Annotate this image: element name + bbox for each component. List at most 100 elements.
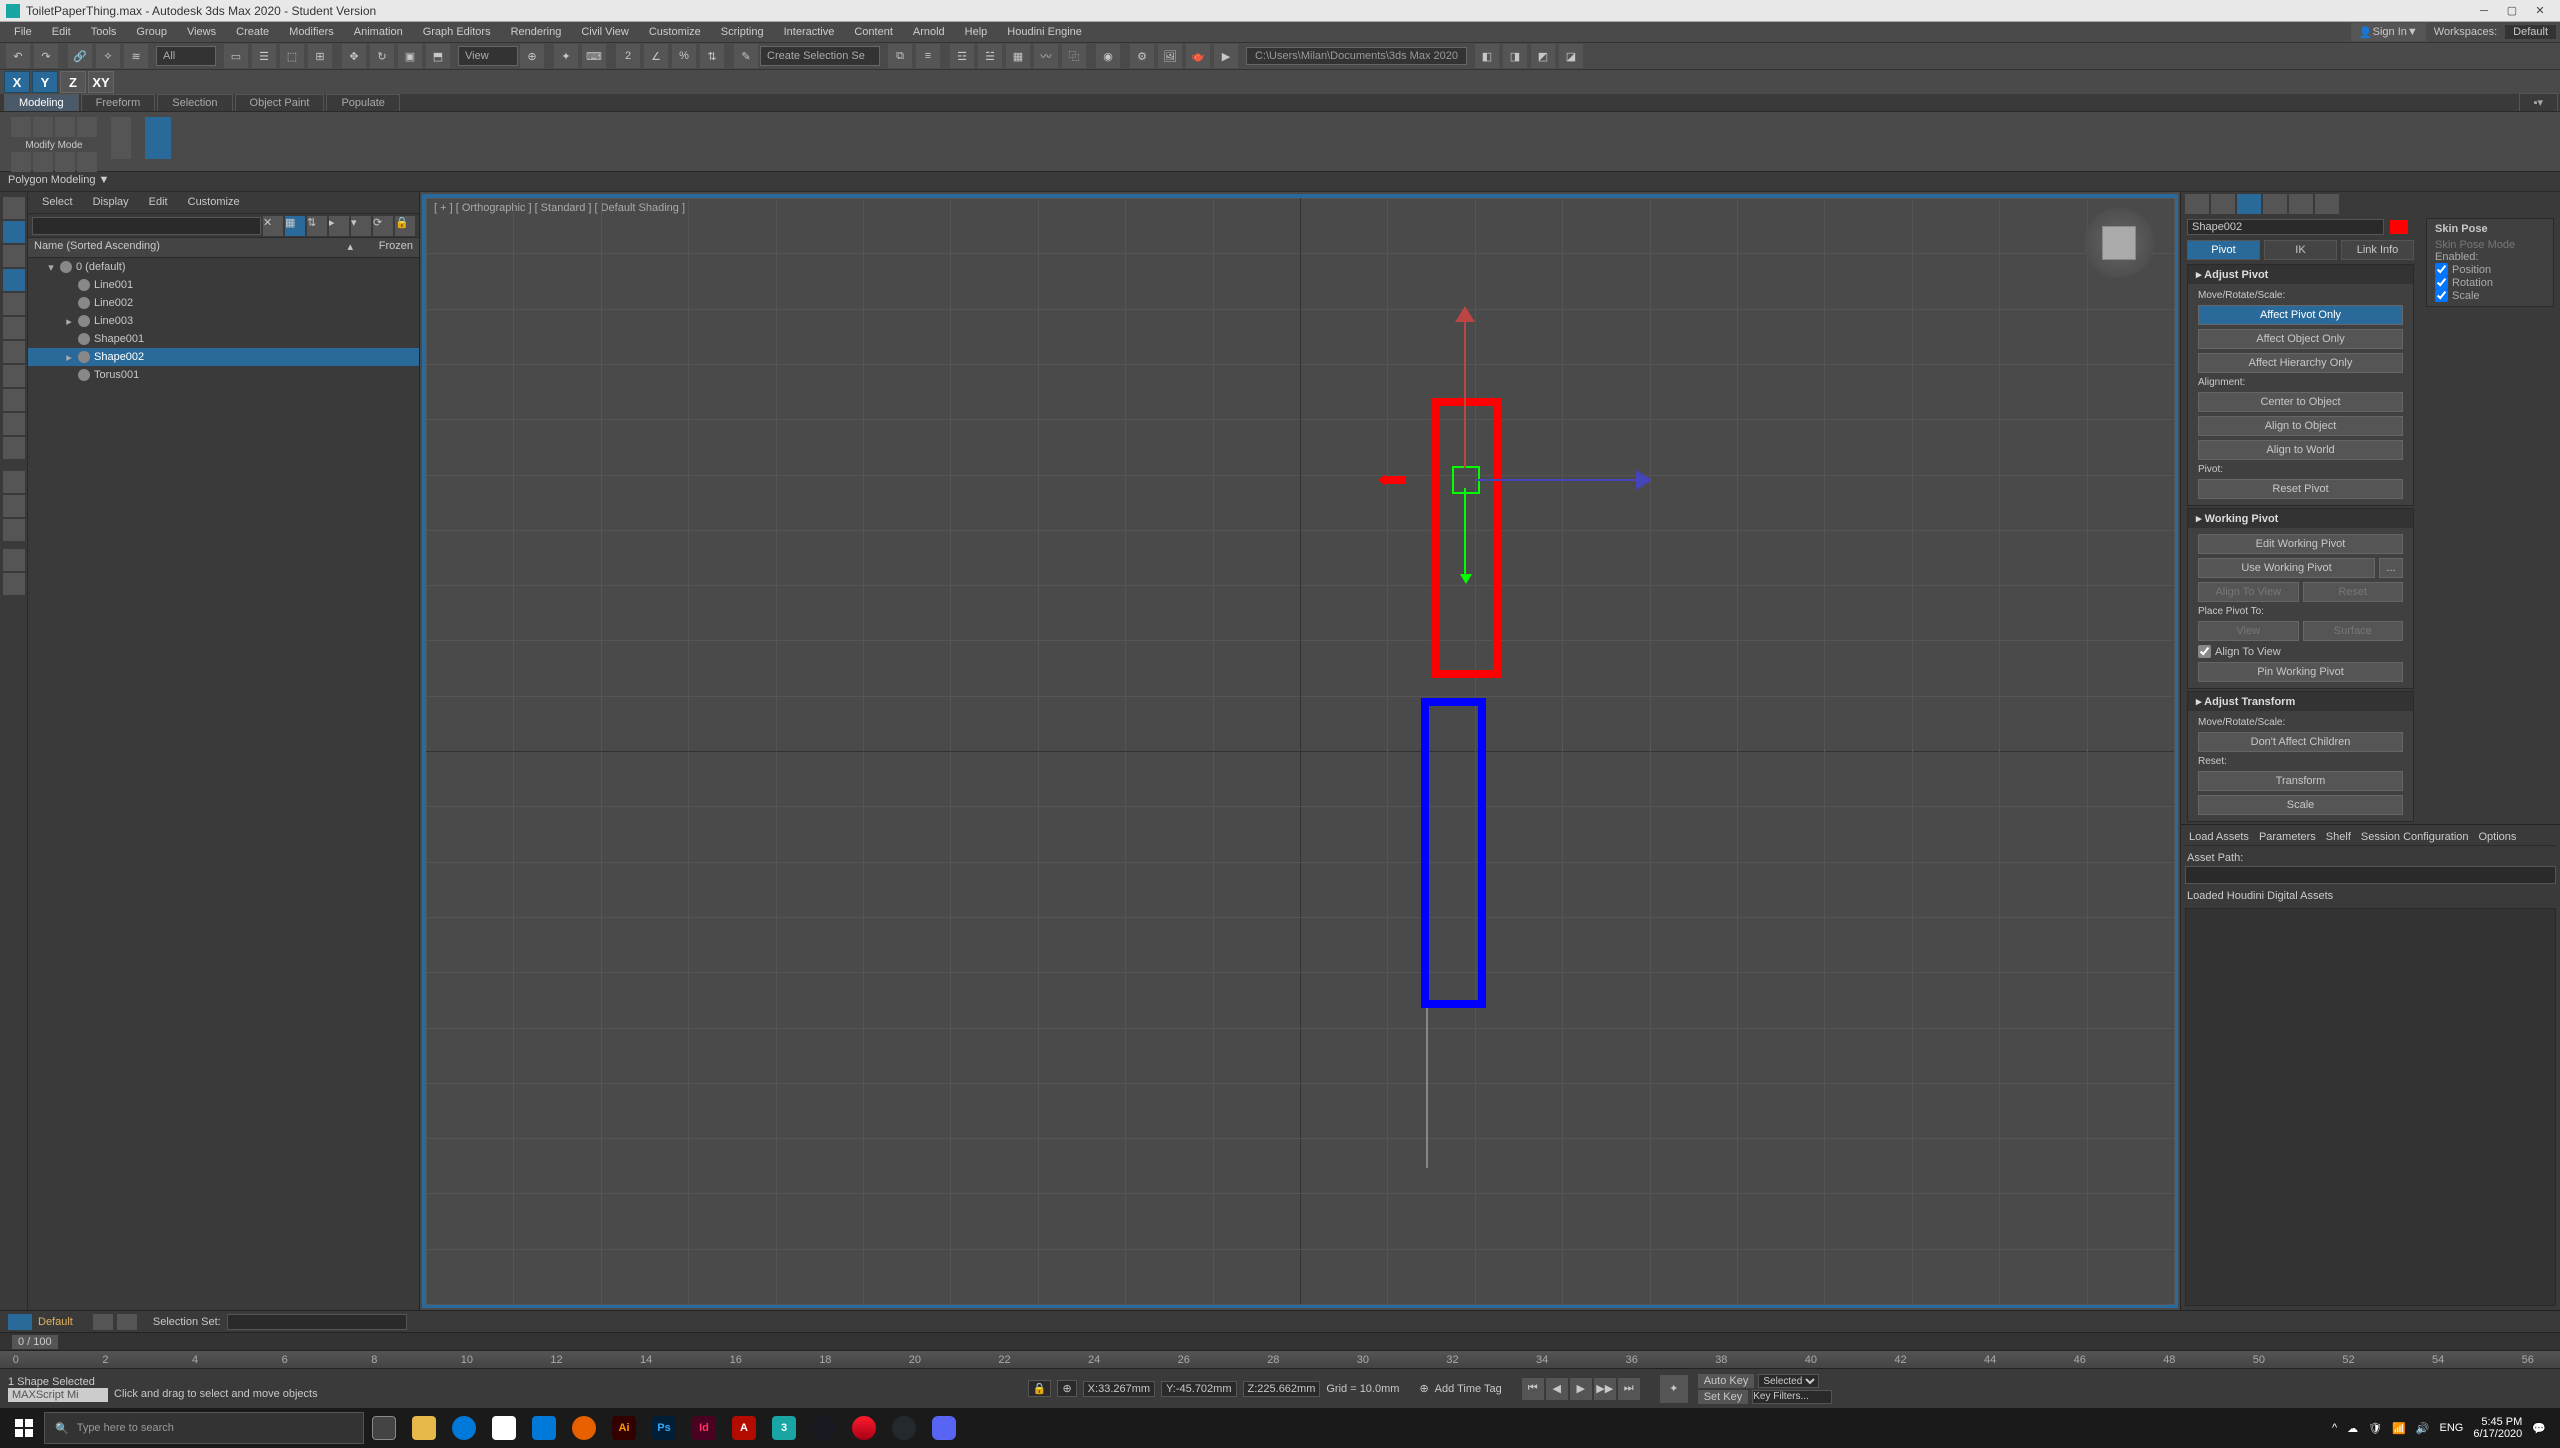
se-tab-display[interactable]: Display	[83, 194, 139, 211]
asset-path-input[interactable]	[2185, 866, 2556, 884]
skin-pose-scale-checkbox[interactable]	[2435, 289, 2448, 302]
toggle-scene-explorer-button[interactable]: ☲	[950, 44, 974, 68]
render-iterate-button[interactable]: ▶	[1214, 44, 1238, 68]
use-working-pivot-button[interactable]: Use Working Pivot	[2198, 558, 2375, 578]
align-to-object-button[interactable]: Align to Object	[2198, 416, 2403, 436]
filter-invert-button[interactable]	[3, 549, 25, 571]
link-button[interactable]: 🔗	[68, 44, 92, 68]
toggle-ribbon-button[interactable]: ▦	[1006, 44, 1030, 68]
add-time-tag-icon[interactable]: ⊕	[1419, 1382, 1428, 1395]
task-view-button[interactable]	[364, 1408, 404, 1448]
open-autodesk-app-button[interactable]: ◧	[1475, 44, 1499, 68]
illustrator-taskbar-icon[interactable]: Ai	[604, 1408, 644, 1448]
menu-animation[interactable]: Animation	[344, 24, 413, 40]
transform-toggle-button[interactable]: ⊕	[1057, 1380, 1076, 1397]
maximize-button[interactable]: ▢	[2498, 2, 2526, 20]
menu-views[interactable]: Views	[177, 24, 226, 40]
expand-all-button[interactable]: ▸	[329, 216, 349, 236]
polygon-modeling-bar[interactable]: Polygon Modeling ▼	[0, 172, 2560, 192]
object-name-field[interactable]	[2187, 219, 2384, 235]
place-surface-button[interactable]: Surface	[2303, 621, 2404, 641]
filter-misc-button[interactable]	[3, 573, 25, 595]
working-pivot-rollout[interactable]: ▸ Working Pivot	[2188, 509, 2413, 528]
menu-edit[interactable]: Edit	[42, 24, 81, 40]
line-object[interactable]	[1426, 1008, 1428, 1168]
place-view-button[interactable]: View	[2198, 621, 2299, 641]
adjust-transform-rollout[interactable]: ▸ Adjust Transform	[2188, 692, 2413, 711]
ref-coord-dropdown[interactable]: View	[458, 46, 518, 66]
store-taskbar-icon[interactable]	[484, 1408, 524, 1448]
x-coord[interactable]: 33.267mm	[1098, 1383, 1150, 1395]
se-tab-edit[interactable]: Edit	[139, 194, 178, 211]
key-filters-input[interactable]	[1752, 1390, 1832, 1404]
use-center-button[interactable]: ⊕	[520, 44, 544, 68]
utilities-tab[interactable]	[2315, 194, 2339, 214]
scene-explorer-search[interactable]	[32, 217, 261, 235]
time-slider-thumb[interactable]: 0 / 100	[12, 1335, 58, 1349]
selection-filter-dropdown[interactable]: All	[156, 46, 216, 66]
systray-volume-icon[interactable]: 🔊	[2416, 1422, 2430, 1435]
filter-all-button[interactable]	[3, 495, 25, 517]
search-close-button[interactable]: ✕	[263, 216, 283, 236]
key-target-dropdown[interactable]: Selected	[1758, 1374, 1819, 1388]
pin-working-pivot-button[interactable]: Pin Working Pivot	[2198, 662, 2403, 682]
link-info-tab[interactable]: Link Info	[2341, 240, 2414, 260]
select-region-button[interactable]: ⬚	[280, 44, 304, 68]
filter-spacewarps-button[interactable]	[3, 317, 25, 339]
filter-xrefs-button[interactable]	[3, 365, 25, 387]
axis-x-button[interactable]: X	[4, 71, 30, 93]
mm-btn-3[interactable]	[55, 117, 75, 137]
notifications-icon[interactable]: 💬	[2532, 1422, 2546, 1435]
column-name-header[interactable]: Name (Sorted Ascending)	[34, 240, 347, 255]
reset-working-pivot-button[interactable]: Reset	[2303, 582, 2404, 602]
viewport-nav-5[interactable]	[2472, 1389, 2490, 1407]
key-mode-button[interactable]: ✦	[1660, 1375, 1688, 1403]
viewport-nav-7[interactable]	[2508, 1389, 2526, 1407]
ribbon-tab-populate[interactable]: Populate	[326, 94, 399, 111]
menu-modifiers[interactable]: Modifiers	[279, 24, 344, 40]
github-taskbar-icon[interactable]	[884, 1408, 924, 1448]
dont-affect-children-button[interactable]: Don't Affect Children	[2198, 732, 2403, 752]
affect-object-only-button[interactable]: Affect Object Only	[2198, 329, 2403, 349]
mm-btn-6[interactable]	[33, 152, 53, 172]
menu-customize[interactable]: Customize	[639, 24, 711, 40]
menu-create[interactable]: Create	[226, 24, 279, 40]
select-by-name-button[interactable]: ☰	[252, 44, 276, 68]
menu-graph-editors[interactable]: Graph Editors	[413, 24, 501, 40]
ribbon-minimize-button[interactable]: ▪▾	[2519, 93, 2558, 111]
menu-arnold[interactable]: Arnold	[903, 24, 955, 40]
menu-houdini-engine[interactable]: Houdini Engine	[997, 24, 1092, 40]
close-button[interactable]: ✕	[2526, 2, 2554, 20]
menu-scripting[interactable]: Scripting	[711, 24, 774, 40]
prev-frame-button[interactable]: ◀	[1546, 1378, 1568, 1400]
affect-hierarchy-only-button[interactable]: Affect Hierarchy Only	[2198, 353, 2403, 373]
add-time-tag-label[interactable]: Add Time Tag	[1435, 1383, 1502, 1395]
lock-button[interactable]: 🔒	[395, 216, 415, 236]
filter-cameras-button[interactable]	[3, 269, 25, 291]
opera-taskbar-icon[interactable]	[844, 1408, 884, 1448]
discord-taskbar-icon[interactable]	[924, 1408, 964, 1448]
viewport-nav-8[interactable]	[2526, 1389, 2544, 1407]
mm-btn-2[interactable]	[33, 117, 53, 137]
start-button[interactable]	[4, 1408, 44, 1448]
spinner-snap-button[interactable]: ⇅	[700, 44, 724, 68]
mm-btn-1[interactable]	[11, 117, 31, 137]
rotate-button[interactable]: ↻	[370, 44, 394, 68]
edge-taskbar-icon[interactable]	[444, 1408, 484, 1448]
render-production-button[interactable]: 🫖	[1186, 44, 1210, 68]
firefox-taskbar-icon[interactable]	[564, 1408, 604, 1448]
filter-containers-button[interactable]	[3, 413, 25, 435]
select-object-button[interactable]: ▭	[224, 44, 248, 68]
mm-btn-4[interactable]	[77, 117, 97, 137]
menu-group[interactable]: Group	[126, 24, 177, 40]
adjust-pivot-rollout[interactable]: ▸ Adjust Pivot	[2188, 265, 2413, 284]
schematic-view-button[interactable]: ⿻	[1062, 44, 1086, 68]
selection-set-input[interactable]	[227, 1314, 407, 1330]
set-key-button[interactable]: Set Key	[1698, 1390, 1749, 1404]
filter-bone-button[interactable]	[3, 389, 25, 411]
houdini-tab-shelf[interactable]: Shelf	[2326, 831, 2351, 843]
align-to-world-button[interactable]: Align to World	[2198, 440, 2403, 460]
reset-pivot-button[interactable]: Reset Pivot	[2198, 479, 2403, 499]
move-button[interactable]: ✥	[342, 44, 366, 68]
sync-button[interactable]: ⟳	[373, 216, 393, 236]
